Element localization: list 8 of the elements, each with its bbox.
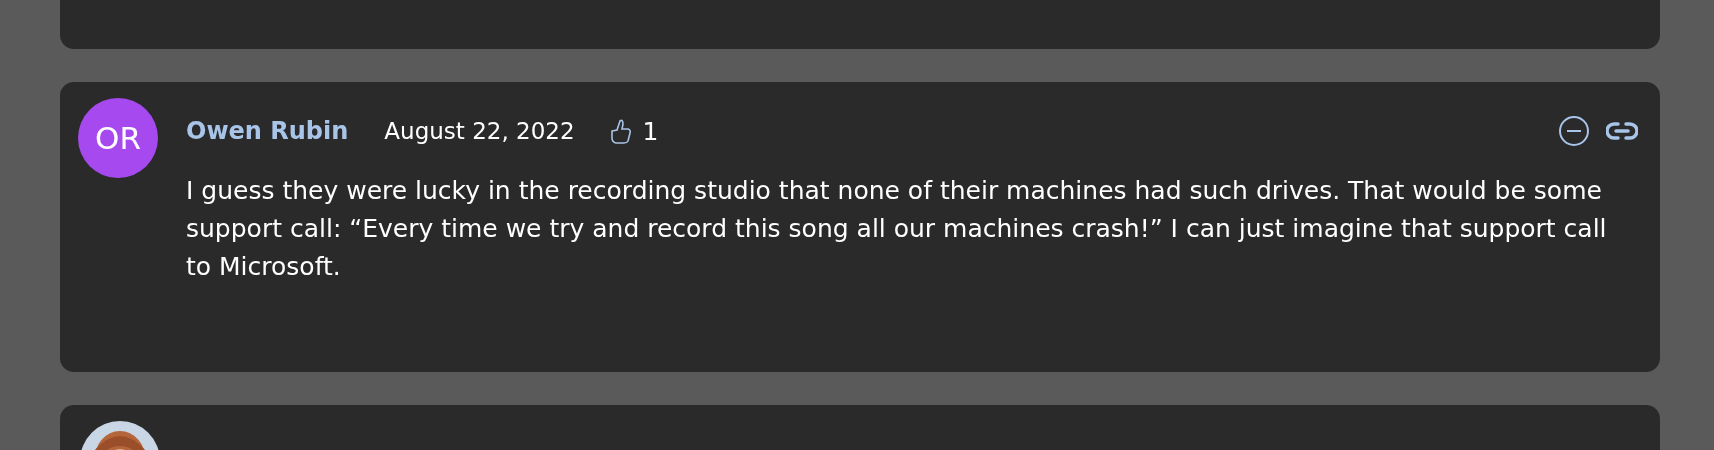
thumbs-up-icon[interactable] — [608, 117, 633, 145]
link-icon[interactable] — [1606, 121, 1638, 141]
collapse-icon[interactable] — [1558, 115, 1590, 147]
avatar: OR — [78, 98, 158, 178]
comment-date: August 22, 2022 — [384, 118, 575, 144]
author-name[interactable]: Owen Rubin — [186, 117, 349, 145]
like-count: 1 — [642, 116, 659, 146]
comment-text: I guess they were lucky in the recording studio that none of their machines had such drives. That would be some support call: “Every time we try and record this song all our machines crash!” I can just imagine that support call to Microsoft. — [186, 175, 1608, 283]
